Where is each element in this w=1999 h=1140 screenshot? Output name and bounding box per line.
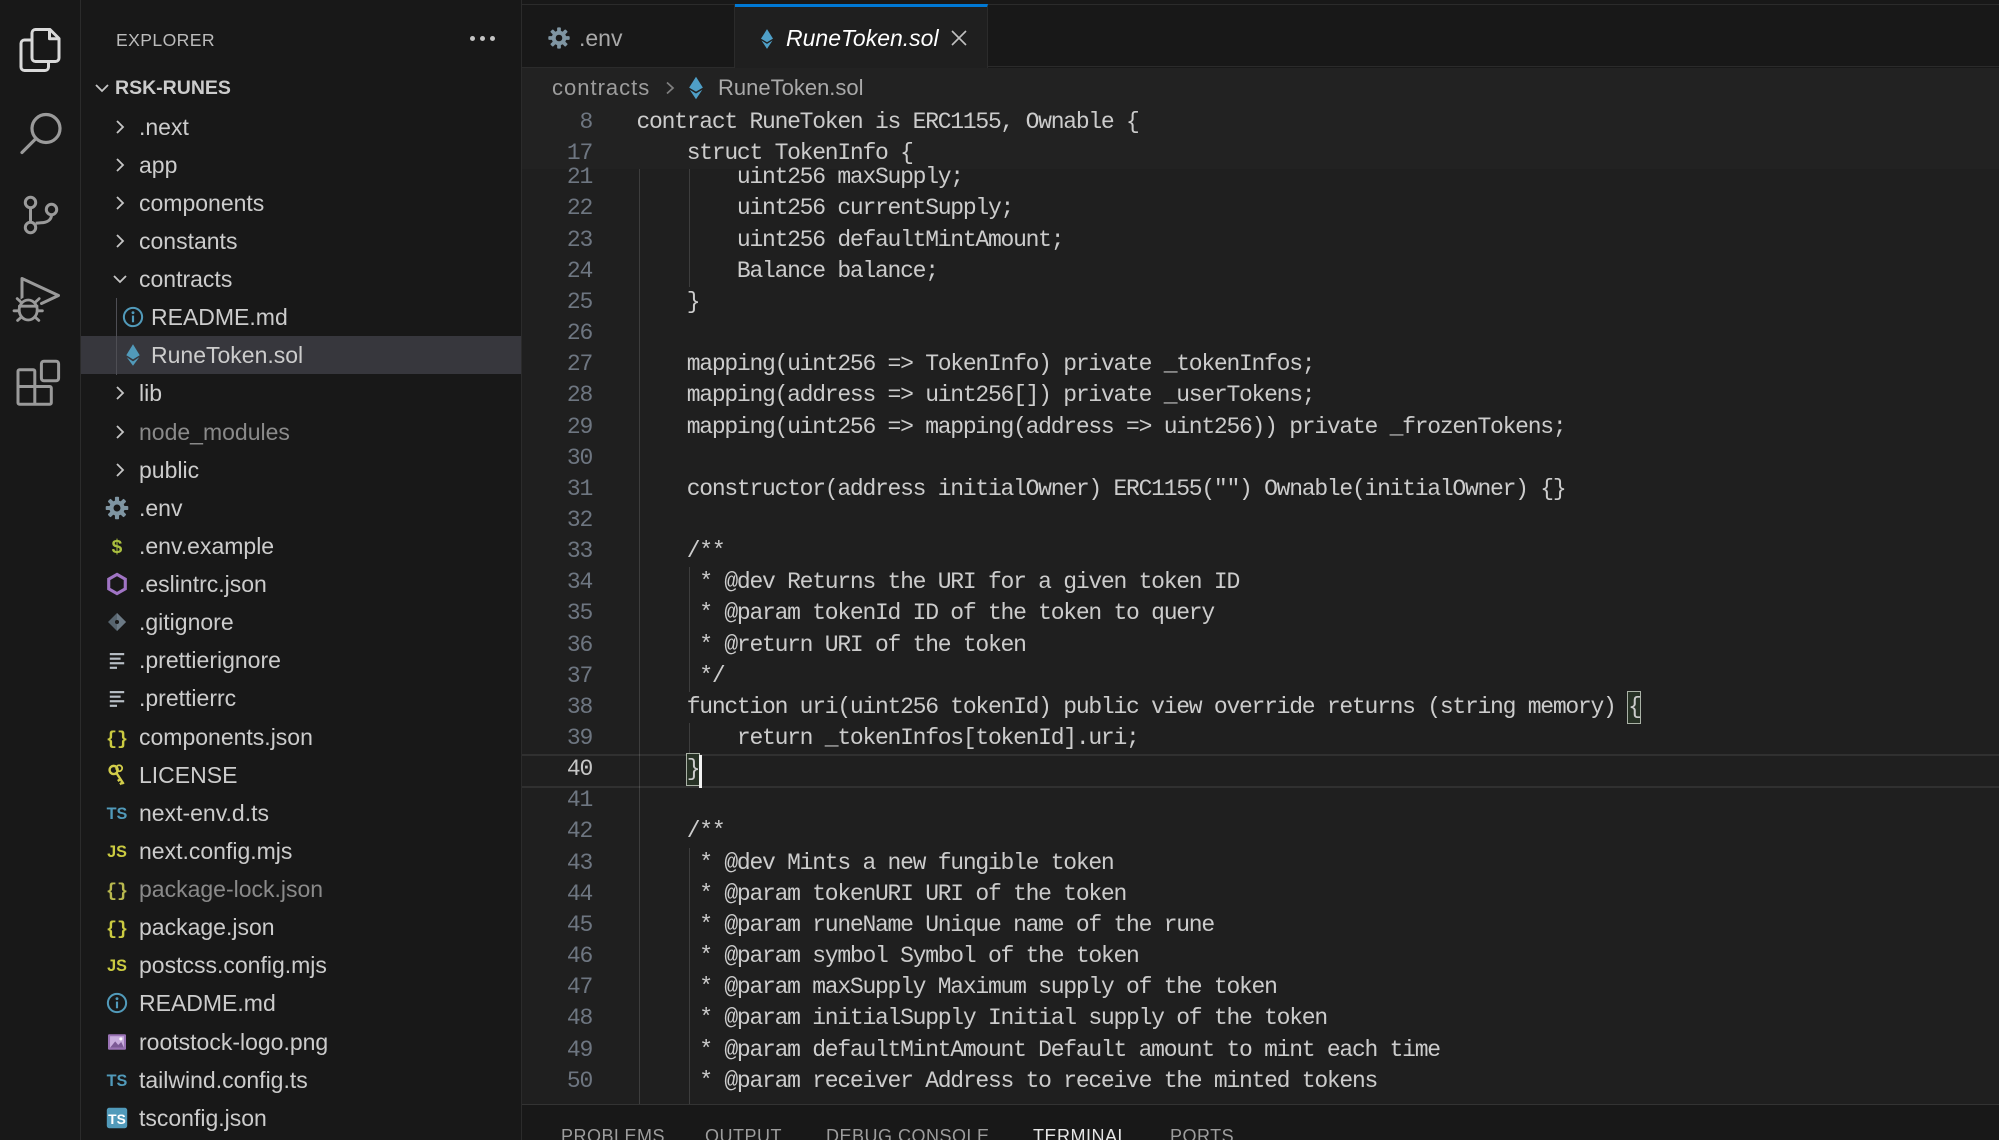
svg-text:TS: TS	[108, 1112, 126, 1127]
svg-text:{}: {}	[106, 881, 128, 902]
svg-text:JS: JS	[107, 957, 127, 975]
svg-text:$: $	[112, 537, 123, 558]
svg-text:{}: {}	[106, 919, 128, 940]
svg-text:TS: TS	[107, 805, 128, 823]
svg-text:{}: {}	[106, 728, 128, 749]
svg-text:TS: TS	[107, 1071, 128, 1089]
svg-text:JS: JS	[107, 843, 127, 861]
